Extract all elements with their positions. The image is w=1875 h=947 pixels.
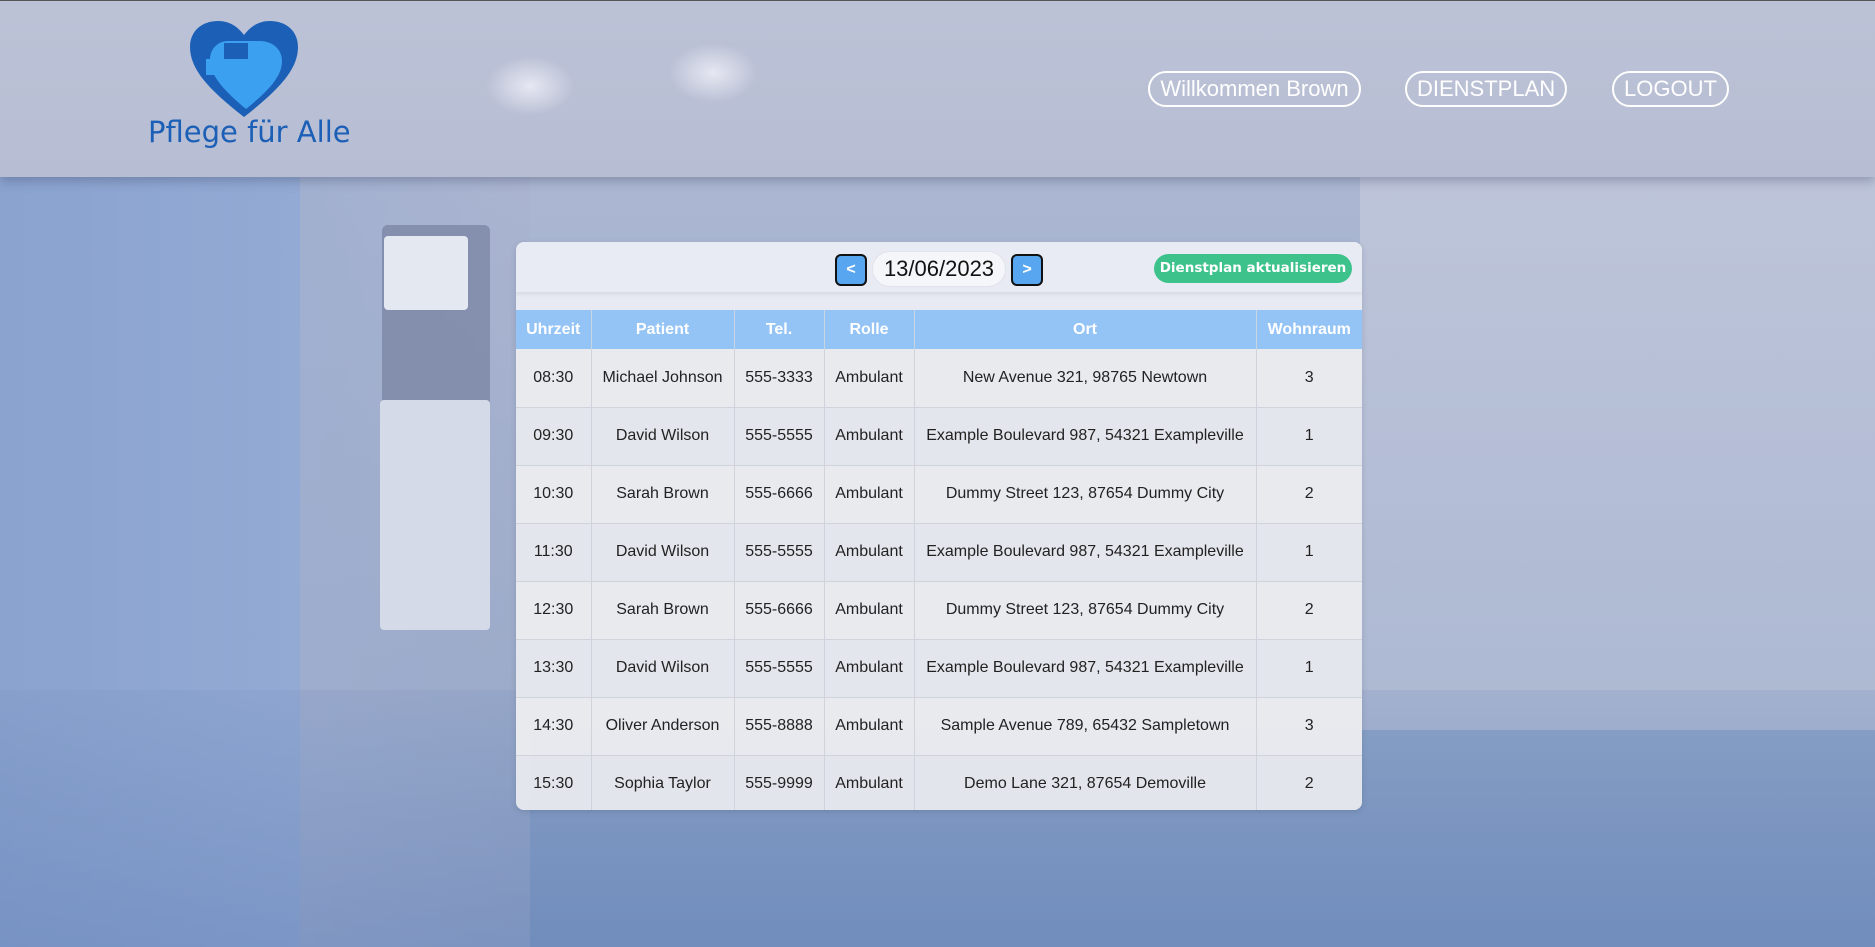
heart-cross-icon — [190, 21, 298, 117]
schedule-table-body: 08:30 Michael Johnson 555-3333 Ambulant New … — [516, 349, 1362, 810]
room-cell: 2 — [1256, 465, 1362, 524]
patient-cell: Sarah Brown — [591, 465, 735, 524]
column-header-patient: Patient — [591, 310, 735, 349]
time-cell: 10:30 — [516, 465, 592, 524]
role-cell: Ambulant — [824, 581, 915, 640]
next-day-button[interactable]: > — [1011, 254, 1043, 286]
table-row[interactable]: 13:30 David Wilson 555-5555 Ambulant Example… — [516, 639, 1362, 698]
date-display[interactable]: 13/06/2023 — [872, 251, 1006, 287]
phone-cell: 555-6666 — [734, 581, 825, 640]
table-row[interactable]: 10:30 Sarah Brown 555-6666 Ambulant Dummy St… — [516, 465, 1362, 524]
location-cell: Dummy Street 123, 87654 Dummy City — [914, 465, 1257, 524]
table-row[interactable]: 09:30 David Wilson 555-5555 Ambulant Example… — [516, 407, 1362, 466]
phone-cell: 555-8888 — [734, 697, 825, 756]
role-cell: Ambulant — [824, 349, 915, 408]
schedule-table: Uhrzeit Patient Tel. Rolle Ort Wohnraum … — [516, 310, 1362, 810]
table-row[interactable]: 08:30 Michael Johnson 555-3333 Ambulant New … — [516, 349, 1362, 408]
time-cell: 08:30 — [516, 349, 592, 408]
column-header-tel: Tel. — [734, 310, 825, 349]
patient-cell: Michael Johnson — [591, 349, 735, 408]
previous-day-button[interactable]: < — [835, 254, 867, 286]
phone-cell: 555-6666 — [734, 465, 825, 524]
room-cell: 1 — [1256, 639, 1362, 698]
location-cell: Sample Avenue 789, 65432 Sampletown — [914, 697, 1257, 756]
column-header-uhrzeit: Uhrzeit — [516, 310, 592, 349]
table-row[interactable]: 11:30 David Wilson 555-5555 Ambulant Example… — [516, 523, 1362, 582]
role-cell: Ambulant — [824, 639, 915, 698]
room-cell: 2 — [1256, 581, 1362, 640]
column-header-rolle: Rolle — [824, 310, 915, 349]
location-cell: Example Boulevard 987, 54321 Examplevill… — [914, 407, 1257, 466]
role-cell: Ambulant — [824, 523, 915, 582]
location-cell: Demo Lane 321, 87654 Demoville — [914, 755, 1257, 810]
background-staircase — [1360, 170, 1875, 730]
room-cell: 1 — [1256, 523, 1362, 582]
time-cell: 11:30 — [516, 523, 592, 582]
logo-text: Pflege für Alle — [148, 115, 351, 149]
time-cell: 09:30 — [516, 407, 592, 466]
time-cell: 12:30 — [516, 581, 592, 640]
column-header-wohnraum: Wohnraum — [1256, 310, 1362, 349]
logo[interactable]: Pflege für Alle — [148, 19, 358, 154]
phone-cell: 555-9999 — [734, 755, 825, 810]
role-cell: Ambulant — [824, 755, 915, 810]
time-cell: 15:30 — [516, 755, 592, 810]
ceiling-light — [668, 43, 758, 103]
location-cell: New Avenue 321, 98765 Newtown — [914, 349, 1257, 408]
schedule-card: < 13/06/2023 > Dienstplan aktualisieren … — [516, 242, 1362, 810]
phone-cell: 555-3333 — [734, 349, 825, 408]
date-toolbar: < 13/06/2023 > Dienstplan aktualisieren — [516, 242, 1362, 292]
ceiling-light — [485, 56, 575, 116]
table-row[interactable]: 15:30 Sophia Taylor 555-9999 Ambulant Demo L… — [516, 755, 1362, 810]
update-schedule-button[interactable]: Dienstplan aktualisieren — [1154, 254, 1352, 283]
location-cell: Example Boulevard 987, 54321 Examplevill… — [914, 523, 1257, 582]
phone-cell: 555-5555 — [734, 407, 825, 466]
patient-cell: David Wilson — [591, 639, 735, 698]
nav-dienstplan-link[interactable]: DIENSTPLAN — [1405, 71, 1567, 107]
time-cell: 14:30 — [516, 697, 592, 756]
site-header: Pflege für Alle Willkommen Brown DIENSTP… — [0, 0, 1875, 177]
background-dispenser-top — [384, 236, 468, 310]
patient-cell: Oliver Anderson — [591, 697, 735, 756]
role-cell: Ambulant — [824, 407, 915, 466]
welcome-user-button[interactable]: Willkommen Brown — [1148, 71, 1361, 107]
patient-cell: Sophia Taylor — [591, 755, 735, 810]
patient-cell: David Wilson — [591, 407, 735, 466]
phone-cell: 555-5555 — [734, 639, 825, 698]
room-cell: 3 — [1256, 697, 1362, 756]
table-row[interactable]: 14:30 Oliver Anderson 555-8888 Ambulant Samp… — [516, 697, 1362, 756]
role-cell: Ambulant — [824, 465, 915, 524]
column-header-ort: Ort — [914, 310, 1257, 349]
location-cell: Example Boulevard 987, 54321 Examplevill… — [914, 639, 1257, 698]
table-row[interactable]: 12:30 Sarah Brown 555-6666 Ambulant Dummy St… — [516, 581, 1362, 640]
role-cell: Ambulant — [824, 697, 915, 756]
room-cell: 2 — [1256, 755, 1362, 810]
location-cell: Dummy Street 123, 87654 Dummy City — [914, 581, 1257, 640]
room-cell: 1 — [1256, 407, 1362, 466]
time-cell: 13:30 — [516, 639, 592, 698]
room-cell: 3 — [1256, 349, 1362, 408]
logout-button[interactable]: LOGOUT — [1612, 71, 1729, 107]
patient-cell: David Wilson — [591, 523, 735, 582]
phone-cell: 555-5555 — [734, 523, 825, 582]
table-header-row: Uhrzeit Patient Tel. Rolle Ort Wohnraum — [516, 310, 1362, 349]
background-dispenser-body — [380, 400, 490, 630]
patient-cell: Sarah Brown — [591, 581, 735, 640]
